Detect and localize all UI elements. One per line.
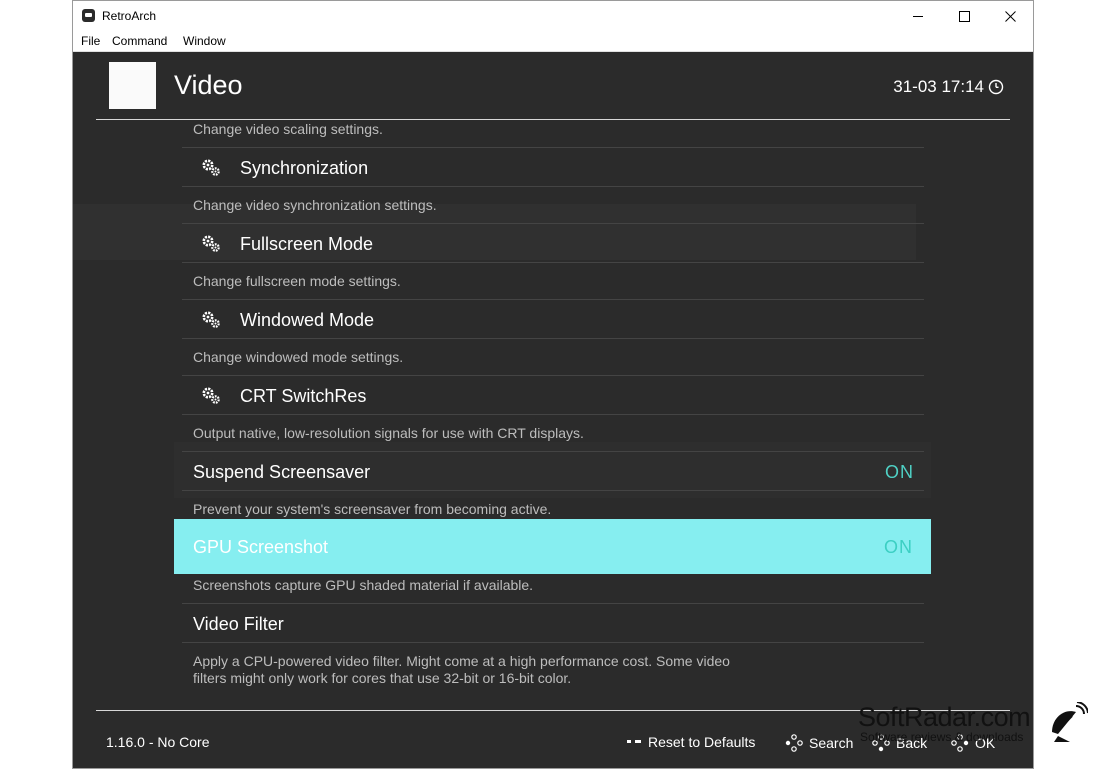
- window-title: RetroArch: [102, 9, 157, 23]
- menu-bar: File Command Window: [73, 32, 1033, 52]
- select-button-icon: [627, 740, 641, 743]
- menu-item-gpu-screenshot[interactable]: GPU Screenshot ON: [174, 519, 931, 574]
- menu-item-fullscreen-mode[interactable]: Fullscreen Mode: [182, 224, 924, 262]
- menu-item-crt-switchres[interactable]: CRT SwitchRes: [182, 376, 924, 414]
- watermark-tagline: Software reviews & downloads: [860, 730, 1024, 744]
- clock-text: 31-03 17:14: [893, 77, 984, 96]
- maximize-button[interactable]: [941, 1, 987, 31]
- item-description: Change fullscreen mode settings.: [193, 273, 401, 289]
- gears-icon: [202, 159, 220, 176]
- item-label: Windowed Mode: [240, 310, 375, 330]
- retroarch-content: Video 31-03 17:14 Change video scaling s…: [73, 52, 1033, 768]
- version-text: 1.16.0 - No Core: [106, 734, 210, 750]
- hint-label: Search: [809, 735, 854, 751]
- retroarch-window: RetroArch File Command Window Video 31-0…: [72, 0, 1034, 769]
- maximize-icon: [958, 10, 970, 22]
- scaling-description: Change video scaling settings.: [193, 121, 383, 137]
- toggle-value[interactable]: ON: [884, 537, 913, 558]
- menu-item-video-filter[interactable]: Video Filter: [182, 604, 924, 642]
- gears-icon: [202, 235, 220, 252]
- toggle-value[interactable]: ON: [885, 462, 914, 483]
- item-label: Synchronization: [240, 158, 369, 178]
- softradar-watermark: SoftRadar.com Software reviews & downloa…: [858, 702, 1088, 750]
- menu-command[interactable]: Command: [112, 34, 167, 48]
- gamepad-buttons-icon: [785, 734, 803, 752]
- item-description-line-2: filters might only work for cores that u…: [193, 670, 572, 686]
- watermark-name: SoftRadar.com: [858, 702, 1031, 732]
- item-description: Prevent your system's screensaver from b…: [193, 501, 552, 517]
- item-description-line-1: Apply a CPU-powered video filter. Might …: [193, 653, 730, 669]
- menu-item-windowed-mode[interactable]: Windowed Mode: [182, 300, 924, 338]
- item-label: CRT SwitchRes: [240, 386, 367, 406]
- row-divider: [182, 414, 924, 415]
- menu-item-synchronization[interactable]: Synchronization: [182, 148, 924, 186]
- page-title: Video: [174, 70, 243, 100]
- close-icon: [1004, 10, 1016, 22]
- title-bar[interactable]: RetroArch: [73, 1, 1033, 32]
- hint-label: Reset to Defaults: [648, 734, 756, 750]
- row-divider: [182, 490, 924, 491]
- item-description: Screenshots capture GPU shaded material …: [193, 577, 534, 593]
- row-divider: [182, 262, 924, 263]
- row-divider: [182, 186, 924, 187]
- retroarch-app-icon: [82, 9, 95, 22]
- gears-icon: [202, 387, 220, 404]
- item-description: Change windowed mode settings.: [193, 349, 404, 365]
- satellite-dish-icon: [1052, 702, 1088, 742]
- item-label: Fullscreen Mode: [240, 234, 374, 254]
- item-label: GPU Screenshot: [193, 537, 329, 557]
- minimize-button[interactable]: [895, 1, 941, 31]
- item-description: Output native, low-resolution signals fo…: [193, 425, 584, 441]
- item-label: Suspend Screensaver: [193, 462, 371, 482]
- reset-to-defaults-hint[interactable]: Reset to Defaults: [626, 734, 755, 750]
- gears-icon: [202, 311, 220, 328]
- clock-icon: [988, 79, 1004, 95]
- menu-window[interactable]: Window: [183, 34, 226, 48]
- minimize-icon: [912, 15, 923, 17]
- search-hint[interactable]: Search: [785, 734, 853, 752]
- menu-thumbnail: [109, 62, 156, 109]
- close-button[interactable]: [987, 1, 1033, 31]
- menu-file[interactable]: File: [81, 34, 100, 48]
- settings-list: Change video scaling settings. Synchroni…: [73, 120, 1033, 710]
- item-label: Video Filter: [193, 614, 284, 634]
- menu-item-suspend-screensaver[interactable]: Suspend Screensaver ON: [182, 452, 924, 490]
- header-clock: 31-03 17:14: [893, 77, 1004, 97]
- row-divider: [182, 642, 924, 643]
- item-description: Change video synchronization settings.: [193, 197, 437, 213]
- row-divider: [182, 338, 924, 339]
